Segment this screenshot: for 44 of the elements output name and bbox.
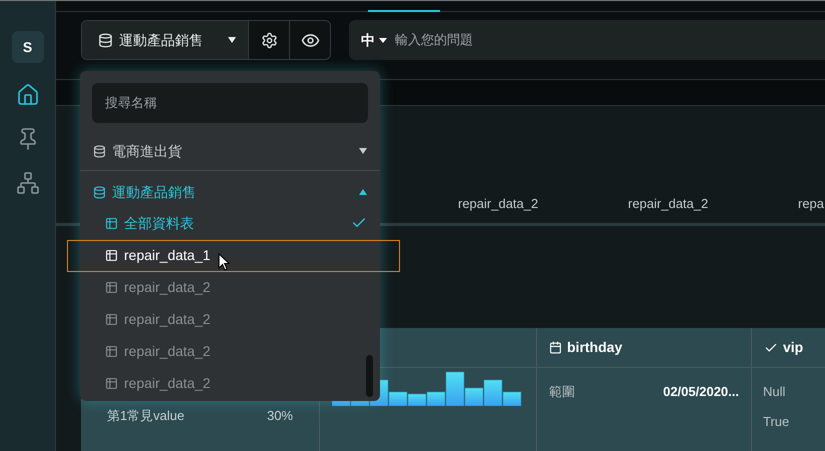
dataset-group[interactable]: 運動產品銷售 [80, 177, 380, 207]
database-icon [98, 32, 113, 48]
sitemap-icon[interactable] [16, 171, 40, 195]
stat-label: 範圍 [549, 383, 575, 401]
column-header: repa [797, 194, 825, 213]
table-item[interactable]: repair_data_2 [80, 335, 380, 367]
mouse-pointer-icon [218, 253, 230, 271]
table-icon [105, 376, 118, 390]
column-heading: birthday [537, 328, 751, 368]
table-icon [105, 344, 118, 358]
preview-button[interactable] [289, 21, 330, 59]
home-icon[interactable] [16, 83, 40, 107]
table-item[interactable]: repair_data_2 [80, 367, 380, 399]
gear-icon [260, 32, 278, 48]
column-heading: vip [752, 328, 825, 368]
caret-icon [359, 189, 367, 195]
vip-value: Null [763, 383, 786, 401]
table-icon [105, 312, 118, 326]
tab-indicator [368, 10, 440, 12]
stat-label: 第1常見value [107, 407, 184, 425]
caret-icon [228, 37, 236, 43]
search-field[interactable]: 搜尋名稱 [92, 83, 368, 123]
calendar-icon [549, 341, 562, 354]
database-icon [93, 144, 106, 158]
language-selector[interactable]: 中 [361, 30, 387, 50]
database-icon [93, 186, 106, 198]
table-item[interactable]: repair_data_2 [80, 303, 380, 335]
table-icon [105, 280, 118, 294]
settings-button[interactable] [248, 21, 289, 59]
avatar[interactable]: S [12, 31, 44, 63]
caret-icon [359, 148, 367, 154]
dataset-group[interactable]: 電商進出貨 [80, 136, 380, 166]
scrollbar[interactable] [366, 355, 373, 397]
table-icon [105, 216, 118, 230]
stat-value: 30% [266, 407, 293, 425]
column-header: repair_data_2 [457, 194, 540, 213]
question-field[interactable]: 中 輸入您的問題 [349, 20, 825, 60]
column-header: repair_data_2 [627, 194, 710, 213]
vip-value: True [763, 412, 790, 430]
stat-value: 02/05/2020... [663, 383, 739, 401]
table-item[interactable]: 全部資料表 [80, 207, 380, 239]
dataset-dropdown-button[interactable]: 運動產品銷售 [82, 21, 248, 59]
table-item[interactable]: repair_data_2 [80, 271, 380, 303]
table-icon [105, 248, 118, 262]
